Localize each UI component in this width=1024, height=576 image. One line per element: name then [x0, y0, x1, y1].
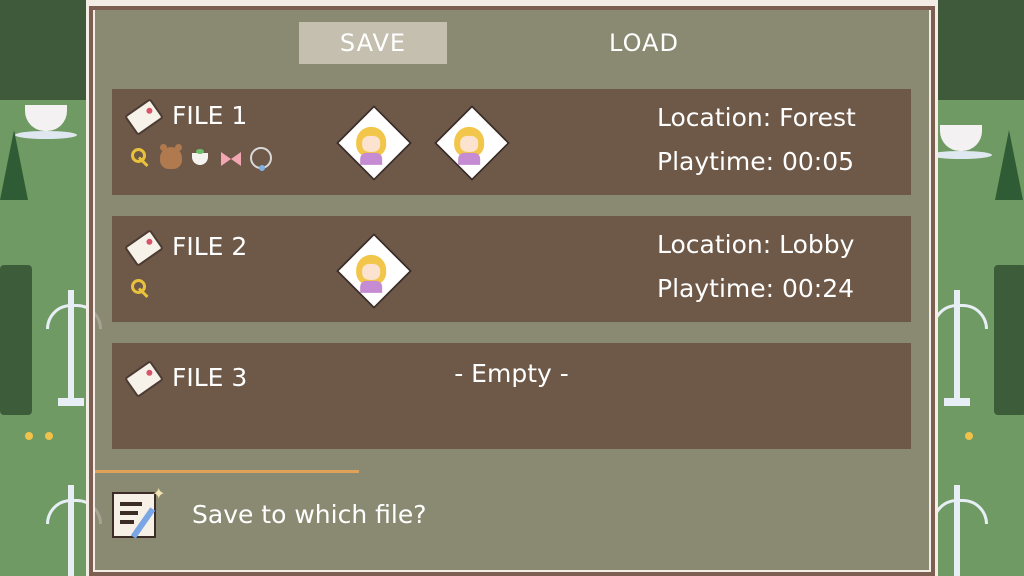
bow-icon	[220, 147, 242, 169]
street-lamp	[932, 290, 988, 406]
tab-save[interactable]: SAVE	[299, 22, 447, 64]
necklace-icon	[250, 147, 272, 171]
teddy-bear-icon	[160, 144, 182, 169]
street-lamp	[932, 485, 988, 576]
slot-playtime: Playtime: 00:05	[657, 147, 855, 176]
party-portrait	[433, 104, 511, 182]
flower	[25, 432, 33, 440]
letter-icon	[124, 97, 164, 137]
save-slot-3[interactable]: FILE 3 - Empty -	[112, 343, 911, 449]
slot-playtime: Playtime: 00:24	[657, 274, 855, 303]
street-lamp	[46, 485, 102, 576]
slot-location: Location: Lobby	[657, 230, 855, 259]
slot-location: Location: Forest	[657, 103, 856, 132]
slot-name: FILE 1	[172, 101, 248, 130]
empty-slot-label: - Empty -	[454, 359, 569, 388]
letter-icon	[124, 228, 164, 268]
party-portrait	[335, 104, 413, 182]
save-memo-icon: ✦	[112, 484, 165, 539]
flower	[965, 432, 973, 440]
prompt-message: Save to which file?	[192, 500, 427, 529]
key-icon	[130, 147, 152, 169]
party-portrait	[335, 232, 413, 310]
save-slot-1[interactable]: FILE 1 Location: Forest Playtime: 00:05	[112, 89, 911, 195]
street-lamp	[46, 290, 102, 406]
hedge	[934, 0, 1024, 100]
tab-load[interactable]: LOAD	[570, 22, 718, 64]
save-slot-2[interactable]: FILE 2 Location: Lobby Playtime: 00:24	[112, 216, 911, 322]
teacup-icon	[190, 147, 212, 169]
key-icon	[130, 278, 152, 300]
item-list	[130, 144, 272, 171]
tree	[0, 130, 28, 200]
panel-border	[89, 0, 935, 6]
flower	[45, 432, 53, 440]
slot-name: FILE 2	[172, 232, 248, 261]
tree	[995, 130, 1023, 200]
item-list	[130, 278, 152, 300]
hedge	[994, 265, 1024, 415]
hedge	[0, 265, 32, 415]
message-divider	[95, 470, 359, 473]
hedge	[0, 0, 90, 100]
